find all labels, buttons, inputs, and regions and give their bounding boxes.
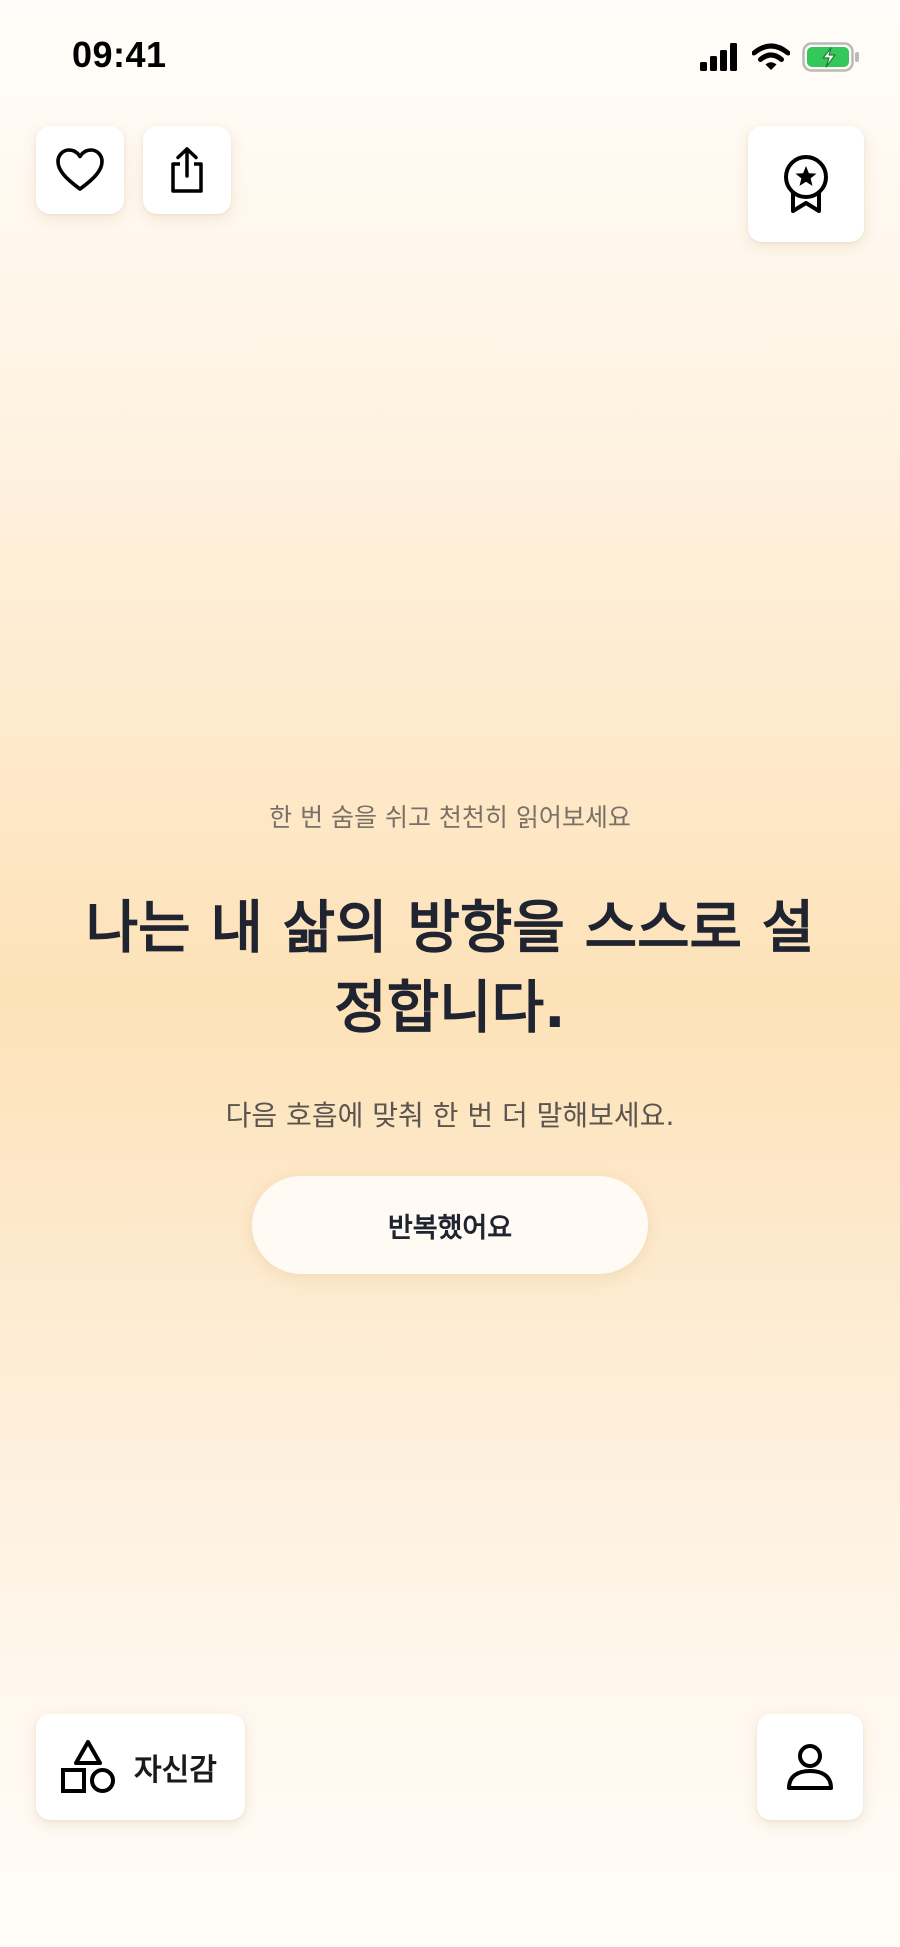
heart-icon (56, 148, 104, 191)
battery-charging-icon (802, 42, 859, 72)
status-bar: 09:41 (0, 0, 900, 110)
status-icons (700, 40, 860, 74)
wifi-icon (752, 43, 790, 70)
favorite-button[interactable] (36, 126, 124, 214)
share-icon (171, 147, 203, 193)
affirmation-text: 나는 내 삶의 방향을 스스로 설정합니다. (85, 895, 815, 1041)
affirmation-content: 한 번 숨을 쉬고 천천히 읽어보세요 나는 내 삶의 방향을 스스로 설정합니… (0, 800, 900, 1274)
category-button[interactable]: 자신감 (36, 1714, 245, 1820)
repeat-instruction: 다음 호흡에 맞춰 한 번 더 말해보세요. (225, 1099, 675, 1132)
award-button[interactable] (748, 126, 864, 242)
profile-button[interactable] (757, 1714, 863, 1820)
cellular-signal-icon (700, 43, 737, 71)
affirmation-screen: 09:41 한 번 숨을 쉬고 천천히 읽어보세요 나는 내 삶의 방향을 스스… (0, 0, 900, 1947)
share-button[interactable] (143, 126, 231, 214)
status-time: 09:41 (72, 34, 167, 75)
person-icon (787, 1744, 833, 1790)
breathing-hint: 한 번 숨을 쉬고 천천히 읽어보세요 (269, 803, 631, 832)
category-label: 자신감 (134, 1753, 217, 1788)
award-ribbon-icon (784, 155, 828, 213)
repeated-button[interactable]: 반복했어요 (252, 1176, 648, 1274)
shapes-icon (61, 1740, 115, 1793)
